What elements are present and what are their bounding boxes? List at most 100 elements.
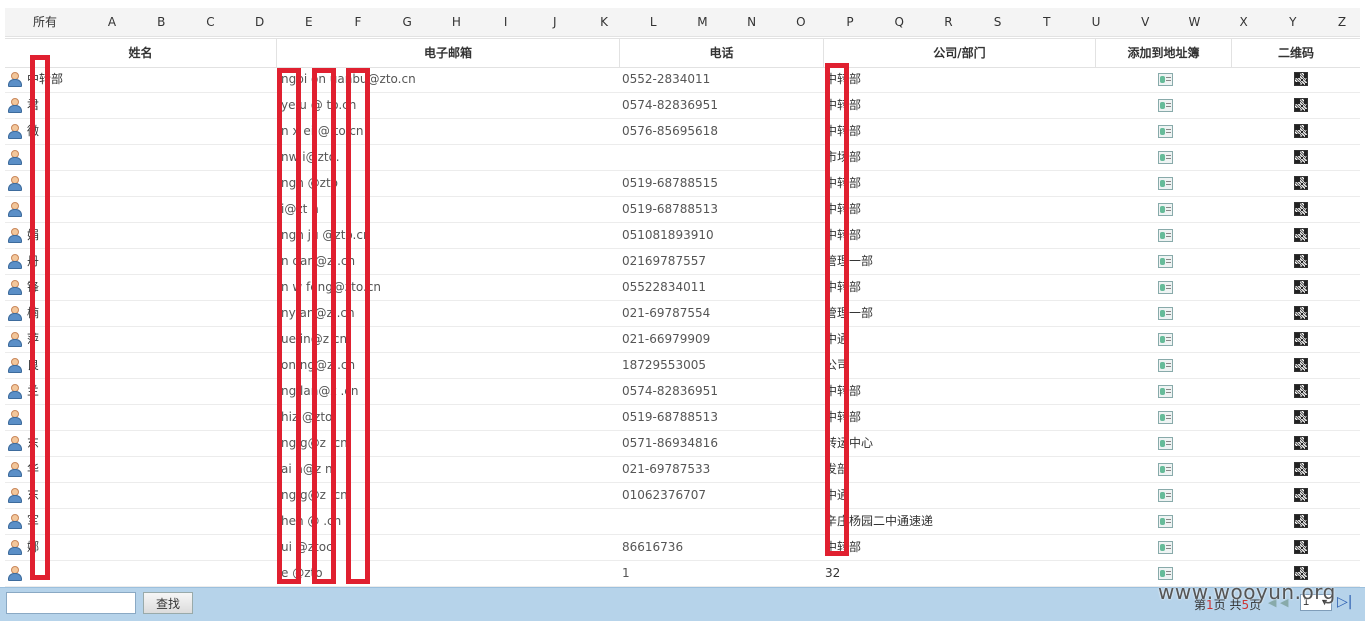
last-page-icon[interactable]: ▷| [1337,594,1352,610]
add-to-addressbook-icon[interactable] [1158,567,1173,580]
filter-letter-z[interactable]: Z [1338,8,1346,36]
qr-code-icon[interactable] [1294,436,1308,450]
add-to-addressbook-icon[interactable] [1158,333,1173,346]
search-input[interactable] [6,592,136,614]
add-to-addressbook-icon[interactable] [1158,463,1173,476]
filter-letter-i[interactable]: I [504,8,508,36]
contact-name[interactable]: 良 [27,353,277,378]
filter-letter-b[interactable]: B [157,8,165,36]
qr-code-icon[interactable] [1294,566,1308,580]
filter-letter-d[interactable]: D [255,8,264,36]
filter-letter-h[interactable]: H [452,8,461,36]
filter-letter-t[interactable]: T [1043,8,1050,36]
qr-code-icon[interactable] [1294,488,1308,502]
add-to-addressbook-icon[interactable] [1158,255,1173,268]
qr-code-icon[interactable] [1294,202,1308,216]
filter-letter-s[interactable]: S [994,8,1002,36]
header-dept[interactable]: 公司/部门 [824,39,1096,67]
contact-name[interactable] [27,145,277,170]
filter-letter-f[interactable]: F [355,8,362,36]
contact-name[interactable]: 娟 [27,223,277,248]
filter-letter-k[interactable]: K [600,8,608,36]
qr-code-icon[interactable] [1294,384,1308,398]
add-to-addressbook-icon[interactable] [1158,151,1173,164]
contact-name[interactable]: 锋 [27,275,277,300]
contact-name[interactable] [27,171,277,196]
add-to-addressbook-icon[interactable] [1158,125,1173,138]
add-to-addressbook-icon[interactable] [1158,281,1173,294]
filter-letter-a[interactable]: A [108,8,116,36]
filter-letter-m[interactable]: M [697,8,707,36]
contact-name[interactable] [27,197,277,222]
table-row[interactable]: 娜 ui @ztoc 86616736 中转部 [5,535,1360,561]
filter-letter-c[interactable]: C [206,8,214,36]
table-row[interactable]: i@zt n 0519-68788513 中转部 [5,197,1360,223]
add-to-addressbook-icon[interactable] [1158,177,1173,190]
table-row[interactable]: 娟 ngh ju @zto.cn 051081893910 中转部 [5,223,1360,249]
filter-letter-v[interactable]: V [1141,8,1149,36]
qr-code-icon[interactable] [1294,98,1308,112]
table-row[interactable]: 良 on ng@z .cn 18729553005 公司 [5,353,1360,379]
add-to-addressbook-icon[interactable] [1158,203,1173,216]
qr-code-icon[interactable] [1294,462,1308,476]
qr-code-icon[interactable] [1294,150,1308,164]
filter-letter-n[interactable]: N [747,8,756,36]
qr-code-icon[interactable] [1294,358,1308,372]
contact-name[interactable] [27,405,277,430]
filter-all[interactable]: 所有 [33,8,57,36]
add-to-addressbook-icon[interactable] [1158,385,1173,398]
filter-letter-x[interactable]: X [1239,8,1247,36]
qr-code-icon[interactable] [1294,540,1308,554]
filter-letter-y[interactable]: Y [1289,8,1296,36]
table-row[interactable]: 东 ng g@z .cn 01062376707 中通 [5,483,1360,509]
contact-name[interactable]: 东 [27,483,277,508]
table-row[interactable]: 君 ye u @ to.cn 0574-82836951 中转部 [5,93,1360,119]
filter-letter-j[interactable]: J [553,8,557,36]
contact-name[interactable] [27,561,277,586]
search-button[interactable]: 查找 [143,592,193,614]
filter-letter-p[interactable]: P [846,8,853,36]
filter-letter-o[interactable]: O [796,8,805,36]
filter-letter-e[interactable]: E [305,8,313,36]
add-to-addressbook-icon[interactable] [1158,541,1173,554]
add-to-addressbook-icon[interactable] [1158,359,1173,372]
table-row[interactable]: 微 n x ei @ to.cn 0576-85695618 中转部 [5,119,1360,145]
table-row[interactable]: 兰 ng lan@z .cn 0574-82836951 中转部 [5,379,1360,405]
contact-name[interactable]: 中转部 [27,67,277,92]
qr-code-icon[interactable] [1294,280,1308,294]
table-row[interactable]: 华 ai a@z n 021-69787533 发部 [5,457,1360,483]
add-to-addressbook-icon[interactable] [1158,489,1173,502]
add-to-addressbook-icon[interactable] [1158,99,1173,112]
table-row[interactable]: 东 ng g@z .cn 0571-86934816 转运中心 [5,431,1360,457]
contact-name[interactable]: 兰 [27,379,277,404]
table-row[interactable]: 萍 ue in@z cn 021-66979909 中通 [5,327,1360,353]
filter-letter-q[interactable]: Q [894,8,903,36]
qr-code-icon[interactable] [1294,176,1308,190]
table-row[interactable]: nw i@zto. 市场部 [5,145,1360,171]
header-email[interactable]: 电子邮箱 [277,39,620,67]
contact-name[interactable]: 东 [27,431,277,456]
filter-letter-r[interactable]: R [944,8,952,36]
add-to-addressbook-icon[interactable] [1158,515,1173,528]
contact-name[interactable]: 微 [27,119,277,144]
add-to-addressbook-icon[interactable] [1158,437,1173,450]
filter-letter-w[interactable]: W [1188,8,1200,36]
qr-code-icon[interactable] [1294,254,1308,268]
add-to-addressbook-icon[interactable] [1158,307,1173,320]
contact-name[interactable]: 萍 [27,327,277,352]
contact-name[interactable]: 娜 [27,535,277,560]
filter-letter-l[interactable]: L [650,8,657,36]
table-row[interactable]: 中转部 ngbi on uanbu@zto.cn 0552-2834011 中转部 [5,67,1360,93]
qr-code-icon[interactable] [1294,72,1308,86]
table-row[interactable]: ngh @zto 0519-68788515 中转部 [5,171,1360,197]
contact-name[interactable]: 楠 [27,301,277,326]
table-row[interactable]: hiz @zto 0519-68788513 中转部 [5,405,1360,431]
table-row[interactable]: 军 hen @ .cn 辛庄杨园二中通速递 [5,509,1360,535]
qr-code-icon[interactable] [1294,306,1308,320]
qr-code-icon[interactable] [1294,410,1308,424]
qr-code-icon[interactable] [1294,332,1308,346]
contact-name[interactable]: 华 [27,457,277,482]
contact-name[interactable]: 君 [27,93,277,118]
qr-code-icon[interactable] [1294,514,1308,528]
add-to-addressbook-icon[interactable] [1158,229,1173,242]
